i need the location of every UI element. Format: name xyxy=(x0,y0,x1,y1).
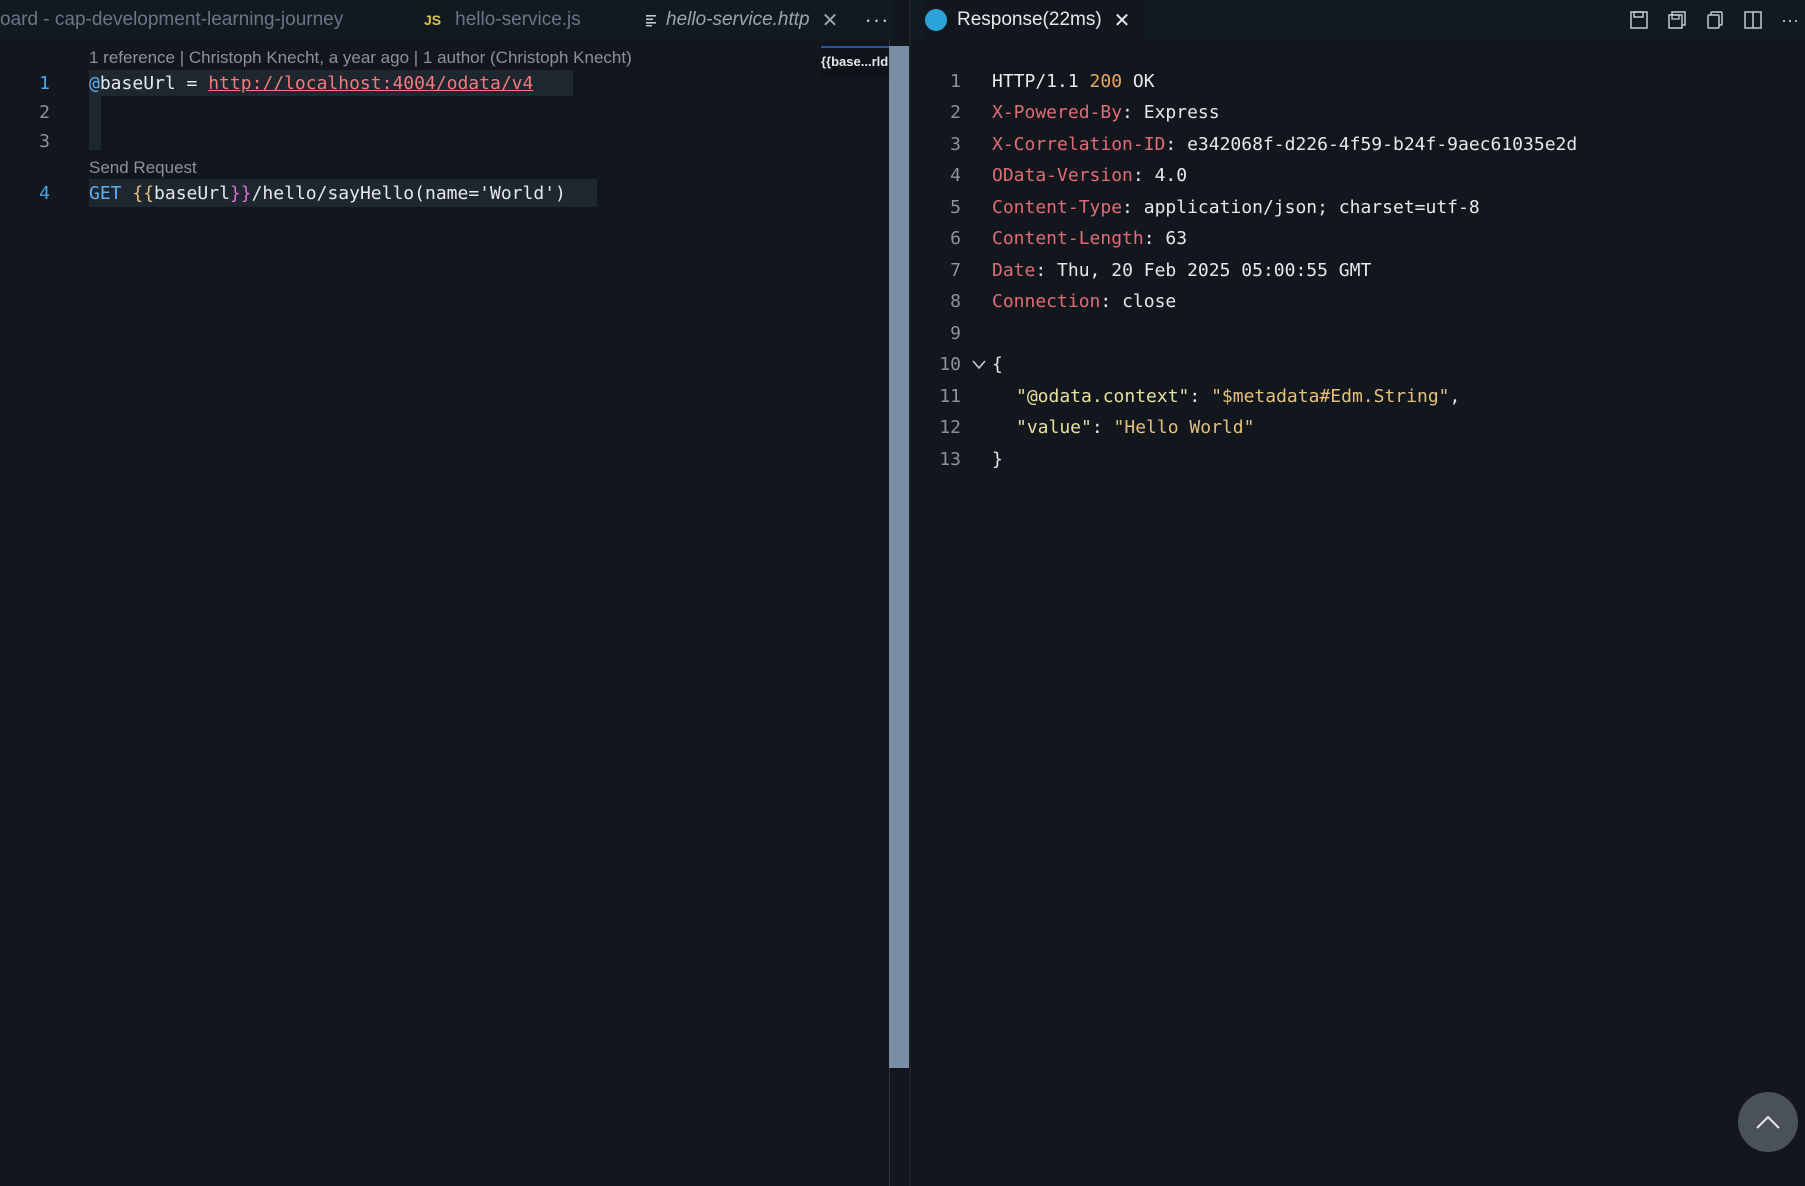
line-number: 6 xyxy=(950,228,961,249)
http-method: GET xyxy=(89,183,122,204)
line-number: 4 xyxy=(950,165,961,186)
file-lines-icon xyxy=(646,15,656,27)
line-number: 2 xyxy=(39,102,50,123)
json-close-brace: } xyxy=(992,449,1003,470)
template-variable: baseUrl xyxy=(154,183,230,204)
header-key: X-Powered-By xyxy=(992,102,1123,123)
header-key: Connection xyxy=(992,291,1101,312)
json-open-brace: { xyxy=(992,354,1003,375)
base-url-link[interactable]: http://localhost:4004/odata/v4 xyxy=(208,73,533,94)
status-line: HTTP/1.1 200 OK xyxy=(992,71,1155,92)
line-number: 9 xyxy=(950,323,961,344)
header-value: application/json; charset=utf-8 xyxy=(1143,197,1480,218)
header-line: Content-Type: application/json; charset=… xyxy=(992,197,1480,218)
header-value: 63 xyxy=(1165,228,1188,249)
header-value: 4.0 xyxy=(1154,165,1188,186)
response-viewer[interactable]: 1 2 3 4 5 6 7 8 9 10 11 12 13 HTTP/1.1 2… xyxy=(911,40,1805,1186)
json-key: "@odata.context" xyxy=(1016,386,1190,407)
scrollbar-thumb[interactable] xyxy=(889,46,909,1068)
json-value: "Hello World" xyxy=(1113,417,1255,438)
status-text: OK xyxy=(1122,71,1155,92)
json-key: "value" xyxy=(1016,417,1092,438)
header-line: Connection: close xyxy=(992,291,1177,312)
copy-icon[interactable] xyxy=(1705,10,1725,30)
send-request-link[interactable]: Send Request xyxy=(89,158,197,178)
line-number: 1 xyxy=(950,71,961,92)
line-number: 5 xyxy=(950,197,961,218)
header-line: Date: Thu, 20 Feb 2025 05:00:55 GMT xyxy=(992,260,1372,281)
line-number: 13 xyxy=(939,449,961,470)
template-open-braces: {{ xyxy=(132,183,155,204)
tab-response[interactable]: Response(22ms) ✕ xyxy=(925,0,1147,40)
json-entry: "value": "Hello World" xyxy=(1016,417,1255,438)
assignment-operator: = xyxy=(175,73,209,94)
tab-hello-service-js[interactable]: JS hello-service.js xyxy=(424,0,581,40)
close-icon[interactable]: ✕ xyxy=(822,8,839,33)
header-key: OData-Version xyxy=(992,165,1133,186)
header-key: Date xyxy=(992,260,1036,281)
status-code: 200 xyxy=(1089,71,1123,92)
json-comma: , xyxy=(1449,386,1461,407)
sticky-scroll-breadcrumb[interactable]: {{base...rld xyxy=(821,46,889,78)
line-number: 7 xyxy=(950,260,961,281)
header-key: Content-Type xyxy=(992,197,1123,218)
right-tab-bar: Response(22ms) ✕ ··· xyxy=(911,0,1805,40)
code-line-request: GET {{baseUrl}}/hello/sayHello(name='Wor… xyxy=(89,183,566,204)
header-value: e342068f-d226-4f59-b24f-9aec61035e2d xyxy=(1187,134,1578,155)
variable-name: baseUrl xyxy=(99,73,176,94)
rest-client-icon xyxy=(925,9,947,31)
header-value: close xyxy=(1122,291,1177,312)
tab-hello-service-http[interactable]: hello-service.http ✕ xyxy=(644,0,838,40)
line-number: 4 xyxy=(39,183,50,204)
javascript-file-icon: JS xyxy=(424,12,442,28)
template-close-braces: }} xyxy=(229,183,252,204)
split-editor-icon[interactable] xyxy=(1743,10,1763,30)
variable-at-sign: @ xyxy=(89,73,100,94)
line-number: 1 xyxy=(39,73,50,94)
codelens-references[interactable]: 1 reference | Christoph Knecht, a year a… xyxy=(89,48,632,68)
code-line-base-url: @baseUrl = http://localhost:4004/odata/v… xyxy=(89,73,533,94)
chevron-up-icon xyxy=(1756,1115,1780,1129)
tab-welcome[interactable]: oard - cap-development-learning-journey xyxy=(0,0,343,40)
tab-label: hello-service.http xyxy=(666,9,810,30)
more-actions-icon[interactable]: ··· xyxy=(1781,10,1799,31)
protocol: HTTP/1.1 xyxy=(992,71,1090,92)
tab-label: hello-service.js xyxy=(455,9,581,30)
line-highlight xyxy=(89,96,101,150)
tab-label: Response(22ms) xyxy=(957,9,1102,30)
save-icon[interactable] xyxy=(1629,10,1649,30)
header-value: Express xyxy=(1143,102,1220,123)
editor-actions: ··· xyxy=(1629,0,1805,40)
tab-label: oard - cap-development-learning-journey xyxy=(0,9,344,30)
line-number: 8 xyxy=(950,291,961,312)
json-entry: "@odata.context": "$metadata#Edm.String"… xyxy=(1016,386,1461,407)
header-value: Thu, 20 Feb 2025 05:00:55 GMT xyxy=(1057,260,1372,281)
json-value: "$metadata#Edm.String" xyxy=(1211,386,1450,407)
header-key: Content-Length xyxy=(992,228,1144,249)
line-number: 12 xyxy=(939,417,961,438)
header-line: X-Powered-By: Express xyxy=(992,102,1220,123)
line-number: 3 xyxy=(39,131,50,152)
more-actions-icon[interactable]: ··· xyxy=(862,0,892,40)
header-line: Content-Length: 63 xyxy=(992,228,1188,249)
save-body-icon[interactable] xyxy=(1667,10,1687,30)
line-number: 3 xyxy=(950,134,961,155)
line-number: 11 xyxy=(939,386,961,407)
header-line: OData-Version: 4.0 xyxy=(992,165,1188,186)
line-number: 10 xyxy=(939,354,961,375)
header-line: X-Correlation-ID: e342068f-d226-4f59-b24… xyxy=(992,134,1578,155)
request-editor[interactable]: 1 reference | Christoph Knecht, a year a… xyxy=(0,40,889,1186)
header-key: X-Correlation-ID xyxy=(992,134,1166,155)
request-path: /hello/sayHello(name='World') xyxy=(251,183,566,204)
scroll-to-top-button[interactable] xyxy=(1738,1092,1798,1152)
left-tab-bar: oard - cap-development-learning-journey … xyxy=(0,0,893,40)
close-icon[interactable]: ✕ xyxy=(1114,8,1131,33)
chevron-down-icon[interactable] xyxy=(971,358,987,372)
line-number: 2 xyxy=(950,102,961,123)
